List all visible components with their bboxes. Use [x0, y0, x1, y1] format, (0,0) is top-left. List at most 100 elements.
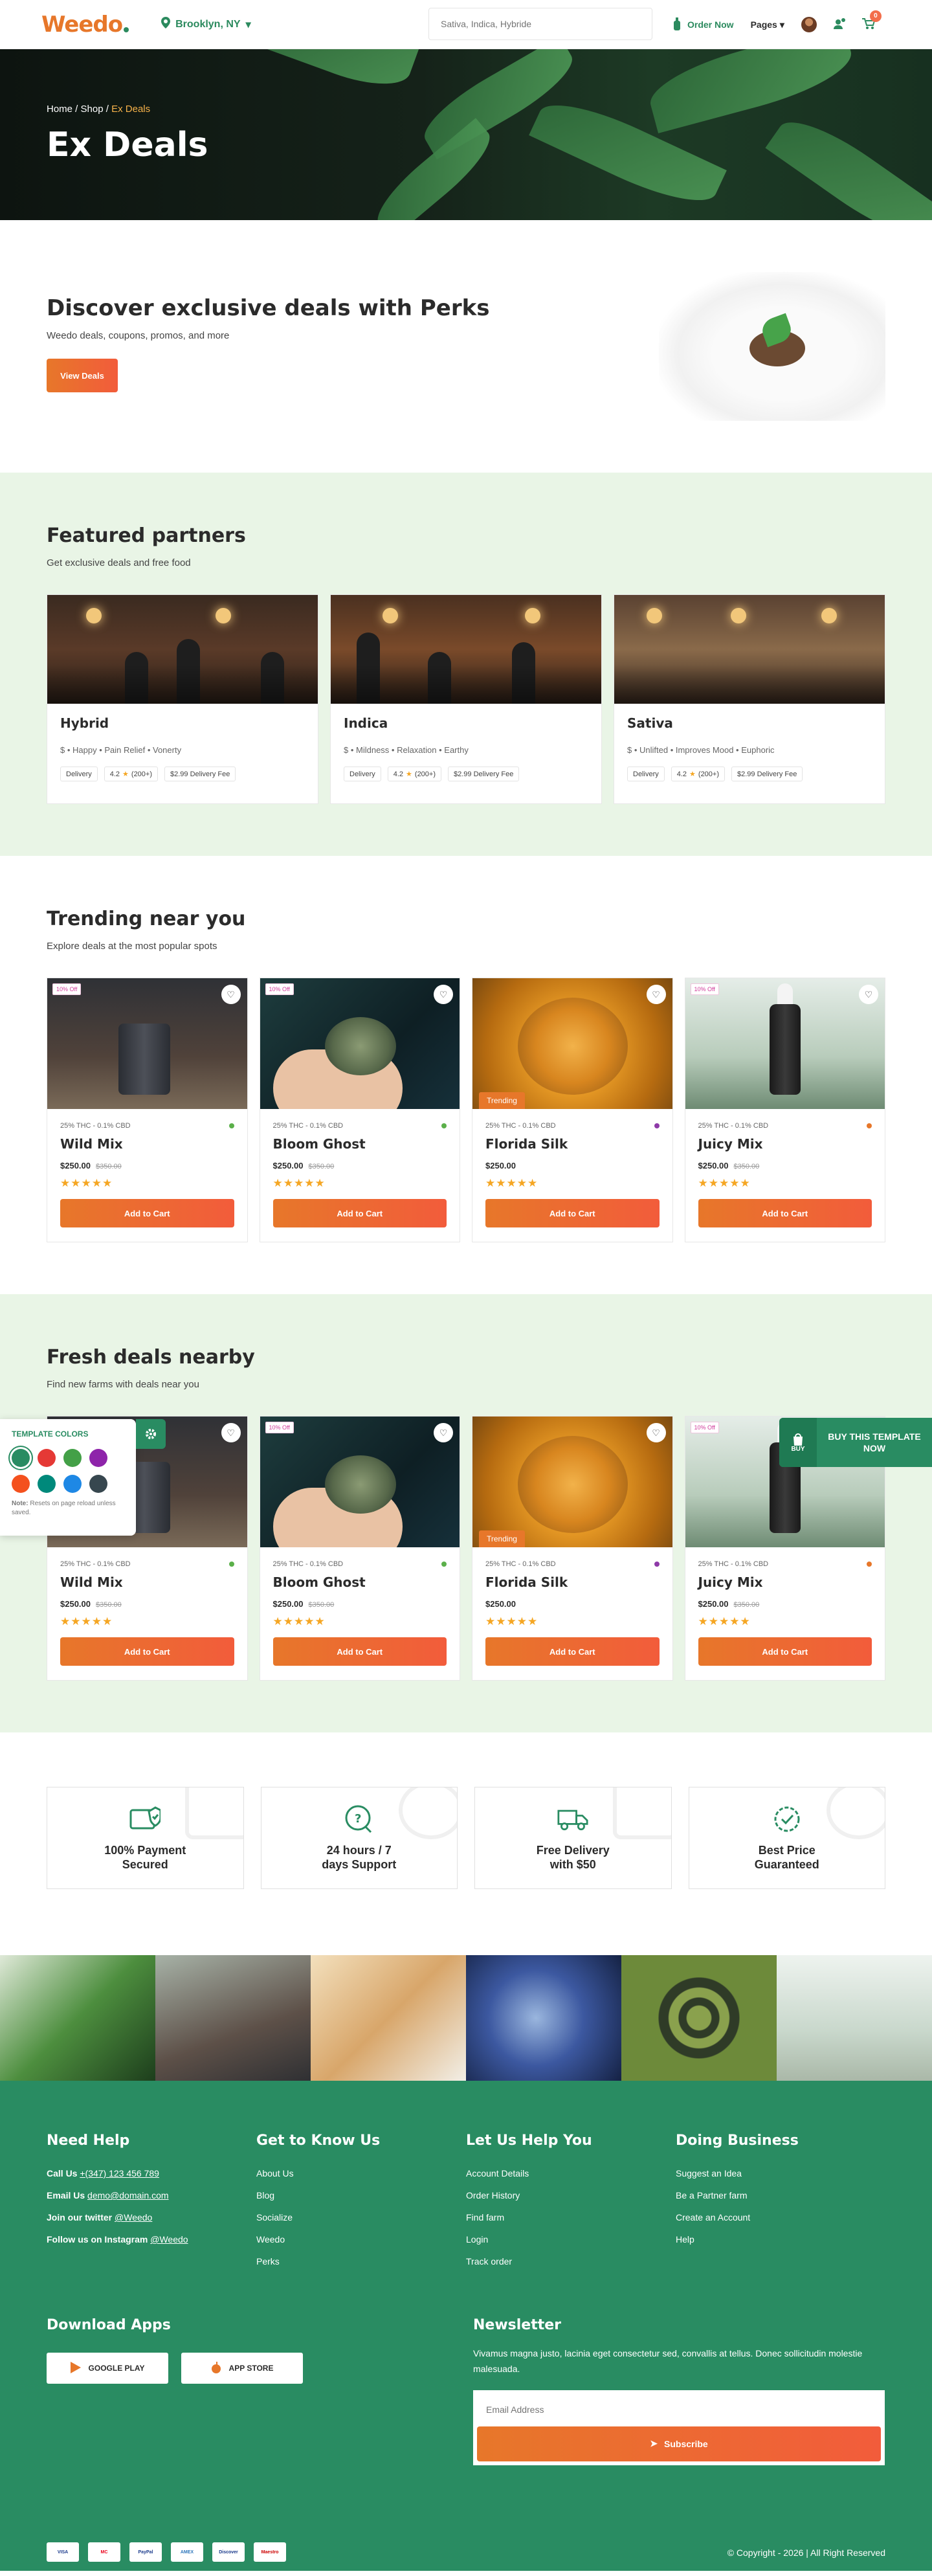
footer-link[interactable]: Track order [466, 2256, 676, 2267]
footer-link[interactable]: Create an Account [676, 2212, 885, 2223]
color-swatches [12, 1449, 124, 1493]
buy-label: BUY THIS TEMPLATE NOW [828, 1431, 921, 1453]
heart-icon[interactable]: ♡ [221, 985, 241, 1004]
cart-button[interactable]: 0 [861, 10, 882, 32]
heart-icon[interactable]: ♡ [434, 985, 453, 1004]
search-input[interactable] [428, 8, 652, 40]
app-store-button[interactable]: APP STORE [181, 2353, 303, 2384]
partner-card[interactable]: Sativa $ • Unlifted • Improves Mood • Eup… [614, 594, 885, 804]
add-to-cart-button[interactable]: Add to Cart [272, 1637, 447, 1666]
email-link[interactable]: demo@domain.com [87, 2190, 169, 2201]
lamp-shape [647, 608, 662, 623]
add-to-cart-button[interactable]: Add to Cart [485, 1199, 660, 1227]
footer-link[interactable]: Help [676, 2234, 885, 2245]
call-label: Call Us [47, 2168, 78, 2178]
color-swatch[interactable] [63, 1449, 82, 1467]
order-now-link[interactable]: Order Now [673, 17, 734, 32]
section-subtitle: Find new farms with deals near you [47, 1379, 199, 1390]
phone-link[interactable]: +(347) 123 456 789 [80, 2168, 159, 2178]
buy-template-button[interactable]: BUY BUY THIS TEMPLATE NOW [779, 1418, 932, 1467]
breadcrumb-home[interactable]: Home [47, 104, 72, 115]
heart-icon[interactable]: ♡ [221, 1423, 241, 1442]
secure-payment-icon [129, 1804, 161, 1835]
strip-photo [0, 1955, 155, 2081]
avatar[interactable] [801, 17, 817, 32]
product-card[interactable]: ♡ Trending 25% THC - 0.1% CBD Florida Silk… [472, 978, 673, 1242]
maestro-icon: Maestro [254, 2542, 286, 2562]
app-store-label: APP STORE [228, 2364, 274, 2373]
product-grid: 10% Off ♡ 25% THC - 0.1% CBD Wild Mix $250.… [47, 978, 885, 1242]
paypal-icon: PayPal [129, 2542, 162, 2562]
footer-link[interactable]: About Us [256, 2168, 466, 2178]
subscribe-label: Subscribe [664, 2438, 708, 2449]
product-name: Bloom Ghost [272, 1136, 366, 1152]
footer-link[interactable]: Login [466, 2234, 676, 2245]
download-apps: Download Apps GOOGLE PLAY APP STORE [47, 2317, 473, 2465]
add-to-cart-button[interactable]: Add to Cart [485, 1637, 660, 1666]
color-swatch[interactable] [38, 1449, 56, 1467]
instagram-label: Follow us on Instagram [47, 2234, 148, 2245]
logo[interactable]: Weedo [41, 12, 129, 38]
partner-name: Sativa [627, 715, 673, 731]
footer-link[interactable]: Find farm [466, 2212, 676, 2223]
template-colors-panel: TEMPLATE COLORS Note: Resets on page rel… [0, 1419, 166, 1536]
heart-icon[interactable]: ♡ [646, 985, 666, 1004]
thc-cbd-label: 25% THC - 0.1% CBD [485, 1122, 556, 1130]
promo-title: Discover exclusive deals with Perks [47, 295, 490, 321]
color-swatch[interactable] [63, 1475, 82, 1493]
notification-icon[interactable] [833, 17, 845, 32]
instagram-link[interactable]: @Weedo [150, 2234, 188, 2245]
product-card[interactable]: 10% Off ♡ 25% THC - 0.1% CBD Juicy Mix $250… [684, 978, 885, 1242]
heart-icon[interactable]: ♡ [859, 985, 878, 1004]
product-name: Juicy Mix [698, 1574, 763, 1590]
footer-link[interactable]: Perks [256, 2256, 466, 2267]
discount-badge: 10% Off [52, 983, 82, 995]
footer-know-column: Get to Know Us About Us Blog Socialize Weed… [256, 2133, 466, 2278]
color-swatch[interactable] [89, 1475, 107, 1493]
newsletter-email-input[interactable] [476, 2396, 881, 2423]
add-to-cart-button[interactable]: Add to Cart [698, 1637, 872, 1666]
heart-icon[interactable]: ♡ [646, 1423, 666, 1442]
settings-gear-icon[interactable] [136, 1419, 166, 1449]
color-swatch[interactable] [89, 1449, 107, 1467]
product-card[interactable]: 10% Off ♡ 25% THC - 0.1% CBD Bloom Ghost $2… [259, 978, 460, 1242]
color-swatch[interactable] [12, 1449, 30, 1467]
add-to-cart-button[interactable]: Add to Cart [272, 1199, 447, 1227]
color-swatch[interactable] [38, 1475, 56, 1493]
view-deals-button[interactable]: View Deals [47, 359, 118, 392]
location-selector[interactable]: Brooklyn, NY ▾ [161, 17, 251, 32]
add-to-cart-button[interactable]: Add to Cart [698, 1199, 872, 1227]
add-to-cart-button[interactable]: Add to Cart [60, 1637, 234, 1666]
product-name: Wild Mix [60, 1574, 123, 1590]
breadcrumb-shop[interactable]: Shop [81, 104, 104, 115]
product-card[interactable]: 10% Off ♡ 25% THC - 0.1% CBD Bloom Ghost $2… [259, 1416, 460, 1681]
location-label: Brooklyn, NY [175, 18, 241, 30]
strain-dot [441, 1562, 447, 1567]
twitter-link[interactable]: @Weedo [115, 2212, 152, 2223]
footer-link[interactable]: Blog [256, 2190, 466, 2201]
subscribe-button[interactable]: ➤ Subscribe [476, 2426, 881, 2461]
rating-stars: ★★★★★ [698, 1177, 751, 1189]
footer-link[interactable]: Account Details [466, 2168, 676, 2178]
pages-menu[interactable]: Pages ▾ [751, 19, 784, 30]
add-to-cart-button[interactable]: Add to Cart [60, 1199, 234, 1227]
rating-stars: ★★★★★ [60, 1615, 113, 1628]
partner-card[interactable]: Hybrid $ • Happy • Pain Relief • Vonerty … [47, 594, 318, 804]
footer-link[interactable]: Order History [466, 2190, 676, 2201]
section-title: Fresh deals nearby [47, 1346, 255, 1369]
footer-link[interactable]: Be a Partner farm [676, 2190, 885, 2201]
footer-link[interactable]: Suggest an Idea [676, 2168, 885, 2178]
product-card[interactable]: 10% Off ♡ 25% THC - 0.1% CBD Wild Mix $250.… [47, 978, 248, 1242]
apple-icon [211, 2361, 221, 2375]
partner-card[interactable]: Indica $ • Mildness • Relaxation • Earthy… [330, 594, 602, 804]
product-card[interactable]: ♡ Trending 25% THC - 0.1% CBD Florida Silk… [472, 1416, 673, 1681]
footer-link[interactable]: Socialize [256, 2212, 466, 2223]
partner-tags: $ • Mildness • Relaxation • Earthy [344, 745, 469, 755]
pages-label: Pages [750, 19, 777, 30]
color-swatch[interactable] [12, 1475, 30, 1493]
old-price: $350.00 [96, 1163, 122, 1170]
google-play-button[interactable]: GOOGLE PLAY [47, 2353, 168, 2384]
footer-link[interactable]: Weedo [256, 2234, 466, 2245]
thc-cbd-label: 25% THC - 0.1% CBD [60, 1122, 131, 1130]
heart-icon[interactable]: ♡ [434, 1423, 453, 1442]
